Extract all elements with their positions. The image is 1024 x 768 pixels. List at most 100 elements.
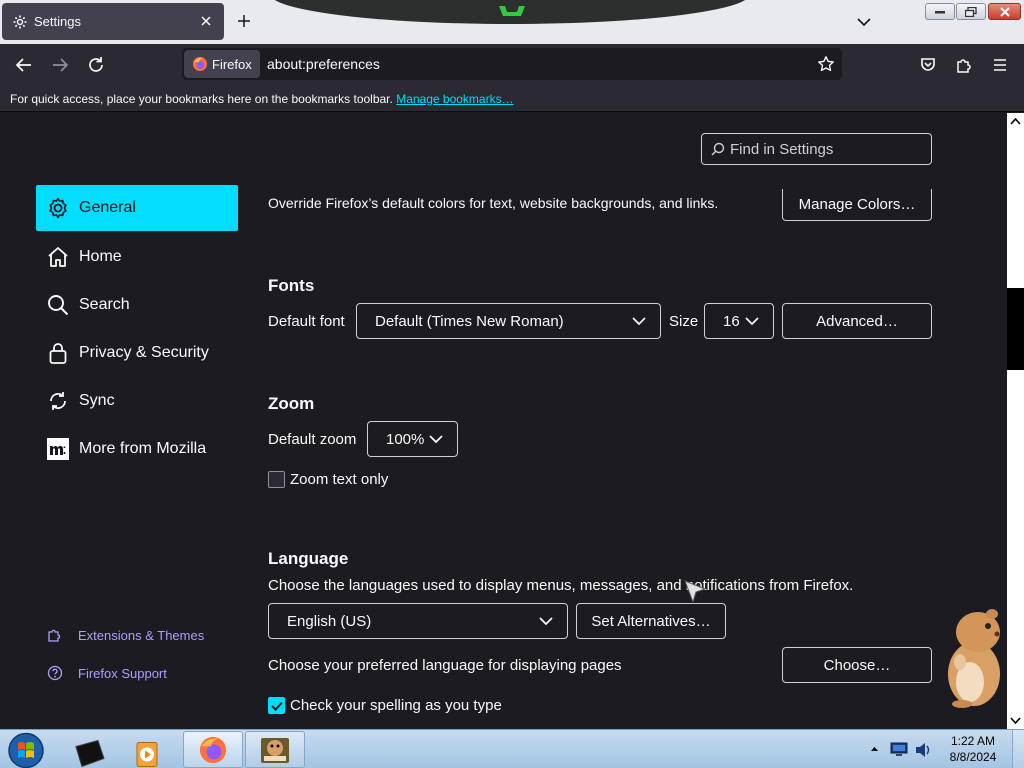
tab-strip: Settings [0,0,1024,44]
spellcheck-checkbox[interactable] [268,697,285,714]
tab-settings[interactable]: Settings [2,3,224,40]
network-icon[interactable] [890,741,908,757]
sidebar-item-search[interactable]: Search [36,282,238,328]
pocket-icon[interactable] [919,56,937,74]
colors-description: Override Firefox’s default colors for te… [268,195,719,211]
default-font-label: Default font [268,313,345,330]
font-size-value: 16 [723,312,740,330]
chevron-down-icon [429,435,443,444]
set-alternatives-button[interactable]: Set Alternatives… [576,603,726,639]
mozilla-icon [47,438,69,460]
default-font-value: Default (Times New Roman) [375,312,564,330]
tab-title: Settings [34,14,81,29]
extensions-icon[interactable] [955,56,973,74]
sidebar-item-label: Sync [79,392,115,409]
scroll-down-icon[interactable] [1010,715,1021,726]
sidebar-item-label: More from Mozilla [79,440,207,457]
tray-arrow-icon[interactable] [870,744,879,753]
firefox-logo-icon [193,57,207,71]
forward-arrow-icon[interactable] [51,56,69,74]
search-icon [711,142,725,156]
plus-icon[interactable] [236,13,252,29]
search-input[interactable] [730,138,925,160]
language-heading: Language [268,549,349,568]
sidebar-item-label: General [79,199,136,216]
help-icon [47,665,63,681]
start-button-icon[interactable] [5,731,47,768]
chevron-down-icon [539,617,553,626]
content-scrollbar[interactable] [1007,113,1024,729]
extensions-themes-label: Extensions & Themes [78,627,205,643]
gear-icon [13,15,27,28]
sidebar-item-mozilla[interactable]: More from Mozilla [36,426,238,472]
scrollbar-thumb[interactable] [1007,288,1024,370]
checkmark-icon [271,701,283,711]
show-desktop-button[interactable] [1012,730,1024,768]
gear-icon [49,197,67,219]
default-zoom-label: Default zoom [268,431,357,448]
default-zoom-select[interactable]: 100% [367,421,458,457]
star-icon[interactable] [817,55,835,73]
language-description: Choose the languages used to display men… [268,577,854,594]
box-app-icon [261,738,289,763]
speaker-icon[interactable] [914,741,932,759]
bookmarks-message: For quick access, place your bookmarks h… [10,92,393,106]
spellcheck-label[interactable]: Check your spelling as you type [290,697,502,714]
search-icon [48,295,69,316]
sidebar-item-label: Privacy & Security [79,344,209,361]
default-font-select[interactable]: Default (Times New Roman) [356,303,661,339]
page-language-description: Choose your preferred language for displ… [268,657,622,674]
sidebar-item-label: Home [79,248,122,265]
decoration-icon [499,6,525,16]
zoom-text-only-checkbox[interactable] [268,471,285,488]
sidebar-item-sync[interactable]: Sync [36,378,238,424]
clock-time: 1:22 AM [950,734,996,748]
hamster-mascot-icon [948,609,1000,708]
zoom-heading: Zoom [268,394,315,413]
bookmarks-toolbar: For quick access, place your bookmarks h… [0,86,1024,112]
firefox-logo-icon [199,736,227,764]
windows-taskbar: 1:22 AM 8/8/2024 [0,729,1024,768]
firefox-support-label: Firefox Support [78,665,167,681]
identity-box[interactable]: Firefox [184,50,260,78]
font-size-label: Size [669,313,699,330]
system-clock[interactable]: 1:22 AM 8/8/2024 [940,733,1006,765]
media-player-icon[interactable] [134,735,162,768]
url-text[interactable]: about:preferences [267,56,380,72]
scroll-up-icon[interactable] [1010,116,1021,127]
chevron-down-icon [745,317,759,326]
find-in-settings[interactable] [701,133,932,165]
window-close-button[interactable] [988,3,1021,20]
font-size-select[interactable]: 16 [704,303,774,339]
chevron-down-icon[interactable] [856,14,872,30]
home-icon [48,247,68,267]
zoom-text-only-label[interactable]: Zoom text only [290,471,388,488]
taskbar-box-app-button[interactable] [245,731,305,768]
chevron-down-icon [632,317,646,326]
sidebar-item-home[interactable]: Home [36,234,238,280]
manage-bookmarks-link[interactable]: Manage bookmarks… [396,92,513,106]
restore-button[interactable] [956,3,986,20]
mouse-cursor-icon [684,580,707,604]
back-arrow-icon[interactable] [15,56,33,74]
sync-icon [50,392,66,410]
fonts-advanced-button[interactable]: Advanced… [782,303,932,339]
reload-icon[interactable] [87,56,105,74]
terminal-app-icon[interactable] [72,734,106,768]
sidebar-item-privacy[interactable]: Privacy & Security [36,330,238,376]
close-icon[interactable] [198,13,214,29]
sidebar-item-general[interactable]: General [36,185,238,231]
puzzle-icon [48,629,61,642]
language-select[interactable]: English (US) [268,603,568,639]
fonts-heading: Fonts [268,276,315,295]
url-bar[interactable]: Firefox about:preferences [182,48,842,80]
sidebar-item-label: Search [79,296,130,313]
hamburger-menu-icon[interactable] [991,56,1009,74]
taskbar-firefox-button[interactable] [183,731,243,768]
firefox-support-link[interactable]: Firefox Support [47,665,167,681]
manage-colors-button[interactable]: Manage Colors… [782,189,932,221]
navigation-toolbar: Firefox about:preferences [0,44,1024,86]
extensions-themes-link[interactable]: Extensions & Themes [47,627,204,643]
minimize-button[interactable] [925,3,955,20]
choose-language-button[interactable]: Choose… [782,647,932,683]
